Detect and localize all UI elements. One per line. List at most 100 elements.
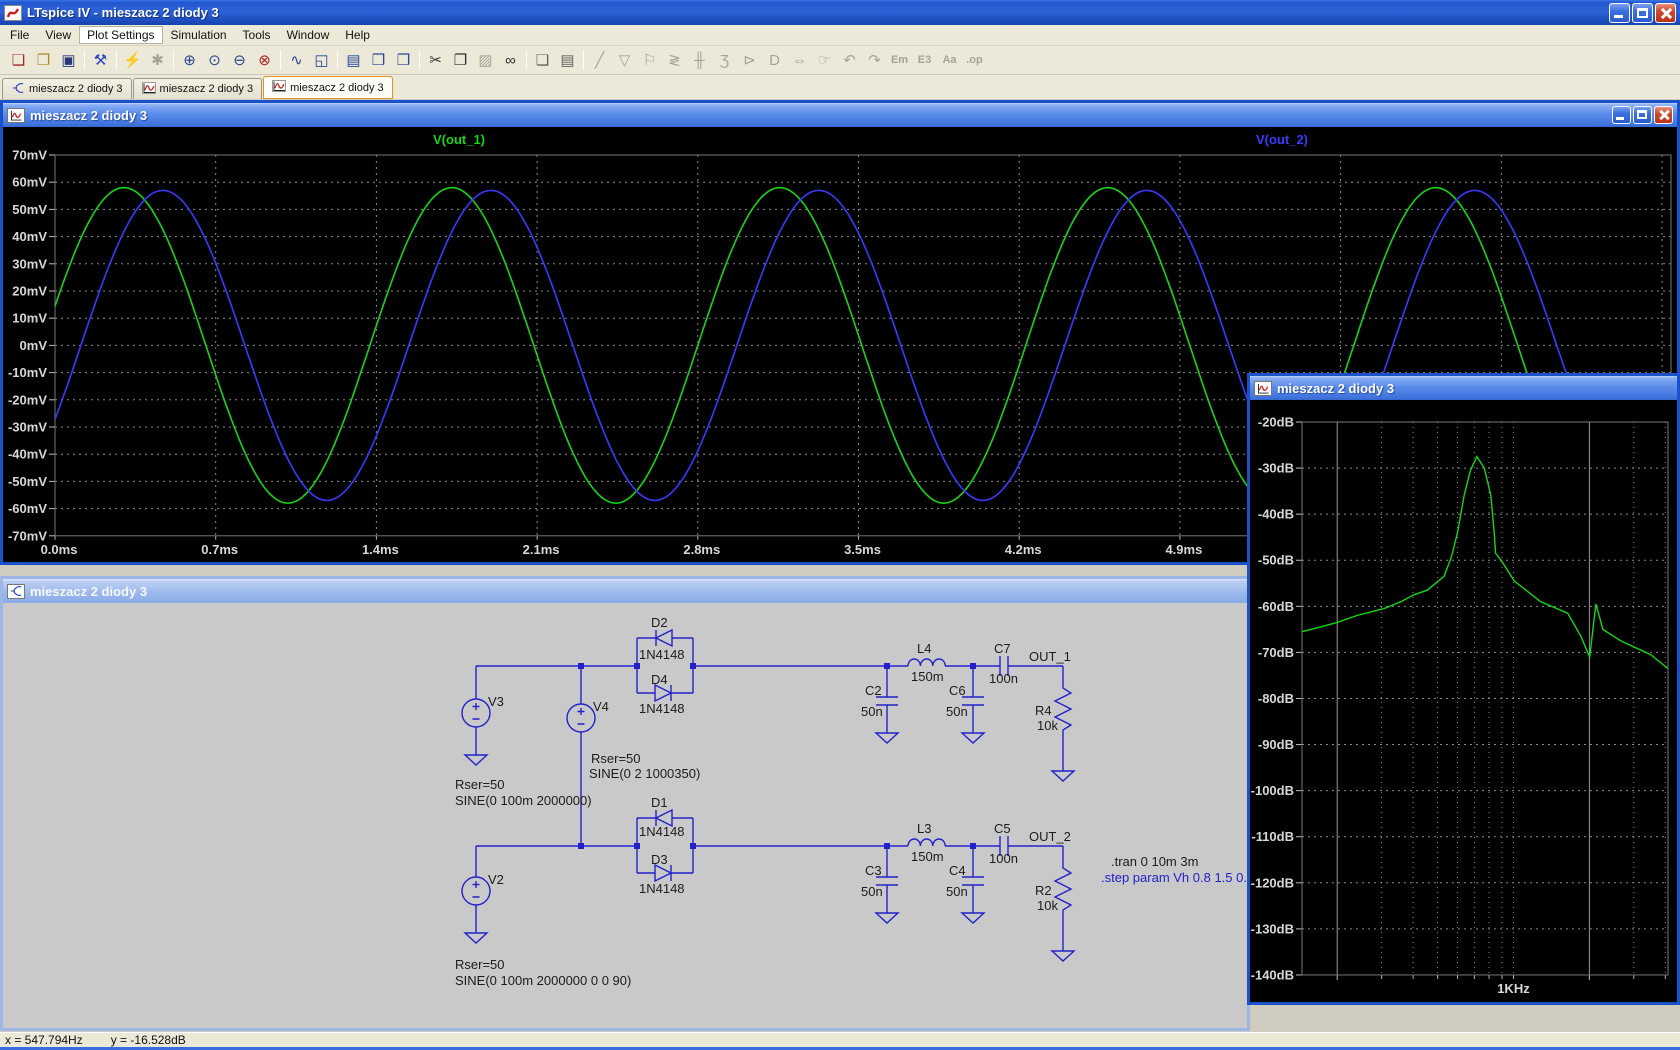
db-axis-tick-label: -50dB <box>1258 553 1294 568</box>
label-l3: L3 <box>917 821 931 836</box>
zoom-in-button[interactable]: ⊕ <box>177 49 202 72</box>
redo-button: ↷ <box>862 49 887 72</box>
print-button[interactable]: ▤ <box>555 49 580 72</box>
maximize-button[interactable] <box>1632 3 1653 23</box>
menu-item-help[interactable]: Help <box>337 26 378 44</box>
inductor-l4[interactable] <box>908 659 945 666</box>
y-axis-tick-label: -30mV <box>8 420 47 435</box>
toolbar-separator <box>173 50 174 70</box>
menu-item-simulation[interactable]: Simulation <box>163 26 235 44</box>
toolbar-separator <box>116 50 117 70</box>
db-axis-tick-label: -40dB <box>1258 507 1294 522</box>
find-button[interactable]: ∞ <box>498 49 523 72</box>
label-d2-model: 1N4148 <box>639 647 685 662</box>
ltspice-window: LTspice IV - mieszacz 2 diody 3 FileView… <box>0 0 1680 1050</box>
tab-2[interactable]: mieszacz 2 diody 3 <box>133 78 263 99</box>
mirror-button: Em <box>887 49 912 72</box>
legend-vout2: V(out_2) <box>1256 132 1308 147</box>
menu-item-view[interactable]: View <box>37 26 79 44</box>
toolbar-separator <box>583 50 584 70</box>
spectrum-window-titlebar[interactable]: mieszacz 2 diody 3 <box>1250 376 1677 400</box>
menu-item-window[interactable]: Window <box>279 26 338 44</box>
waveform-minimize-button[interactable] <box>1612 106 1631 124</box>
copy-button[interactable]: ❐ <box>448 49 473 72</box>
label-c2: C2 <box>865 683 882 698</box>
label-r4-value: 10k <box>1037 718 1058 733</box>
label-r2-value: 10k <box>1037 898 1058 913</box>
x-axis-tick-label: 0.7ms <box>201 542 238 557</box>
voltage-source-v3[interactable] <box>462 699 490 727</box>
y-axis-tick-label: 40mV <box>12 229 47 244</box>
waveform-close-button[interactable] <box>1654 106 1673 124</box>
toolbar-separator <box>526 50 527 70</box>
capacitor-c4[interactable] <box>962 846 984 913</box>
cut-button[interactable]: ✂ <box>423 49 448 72</box>
waveform-window-titlebar[interactable]: mieszacz 2 diody 3 <box>3 103 1677 127</box>
label-r4: R4 <box>1035 703 1052 718</box>
spectrum-plot-area: -20dB-30dB-40dB-50dB-60dB-70dB-80dB-90dB… <box>1250 400 1677 1002</box>
label-step-directive: .step param Vh 0.8 1.5 0.1 <box>1101 870 1247 885</box>
toolbar-separator <box>419 50 420 70</box>
menu-item-tools[interactable]: Tools <box>235 26 279 44</box>
tab-1[interactable]: mieszacz 2 diody 3 <box>2 78 132 99</box>
cascade-windows-button[interactable]: ❒ <box>391 49 416 72</box>
label-c3: C3 <box>865 863 882 878</box>
ground-symbol[interactable] <box>465 733 1074 961</box>
label-c6-value: 50n <box>946 704 968 719</box>
cursor-y-readout: y = -16.528dB <box>111 1033 186 1047</box>
label-v4-rser: Rser=50 <box>591 751 641 766</box>
spectrum-window-title: mieszacz 2 diody 3 <box>1277 381 1394 396</box>
y-axis-tick-label: 30mV <box>12 256 47 271</box>
cursor-x-readout: x = 547.794Hz <box>5 1033 83 1047</box>
print-preview-button[interactable]: ❏ <box>530 49 555 72</box>
label-d1-model: 1N4148 <box>639 824 685 839</box>
zoom-out-button[interactable]: ⊖ <box>227 49 252 72</box>
capacitor-c2[interactable] <box>876 666 898 733</box>
window-title: LTspice IV - mieszacz 2 diody 3 <box>27 5 219 20</box>
zoom-fit-button[interactable]: ⊗ <box>252 49 277 72</box>
db-axis-tick-label: -90dB <box>1258 737 1294 752</box>
ltspice-logo-icon <box>4 5 22 21</box>
close-button[interactable] <box>1655 3 1676 23</box>
title-bar[interactable]: LTspice IV - mieszacz 2 diody 3 <box>0 0 1680 25</box>
db-axis-tick-label: -30dB <box>1258 461 1294 476</box>
waveform-restore-button[interactable] <box>1633 106 1652 124</box>
label-out2: OUT_2 <box>1029 829 1071 844</box>
place-resistor-button: ≷ <box>662 49 687 72</box>
open-file-button[interactable]: ❐ <box>31 49 56 72</box>
tile-vertically-button[interactable]: ❒ <box>366 49 391 72</box>
menu-item-plot-settings[interactable]: Plot Settings <box>79 26 162 44</box>
minimize-button[interactable] <box>1609 3 1630 23</box>
freq-axis-label: 1KHz <box>1497 981 1530 996</box>
paste-button: ▨ <box>473 49 498 72</box>
tile-horizontally-button[interactable]: ▤ <box>341 49 366 72</box>
db-axis-tick-label: -70dB <box>1258 645 1294 660</box>
voltage-source-v4[interactable] <box>567 704 595 732</box>
toolbar-separator <box>337 50 338 70</box>
spectrum-plot[interactable]: -20dB-30dB-40dB-50dB-60dB-70dB-80dB-90dB… <box>1250 400 1677 1005</box>
diode-d4[interactable] <box>637 685 693 701</box>
control-panel-button[interactable]: ⚒ <box>88 49 113 72</box>
tab-3-active[interactable]: mieszacz 2 diody 3 <box>263 76 393 99</box>
toolbar-separator <box>280 50 281 70</box>
inductor-l3[interactable] <box>908 839 945 846</box>
y-axis-tick-label: 50mV <box>12 202 47 217</box>
schematic-canvas[interactable]: V3 V4 V2 D2 1N4148 D4 1N4148 D1 1N4148 D… <box>3 603 1247 1028</box>
save-button[interactable]: ▣ <box>56 49 81 72</box>
voltage-source-v2[interactable] <box>462 877 490 905</box>
menu-item-file[interactable]: File <box>2 26 37 44</box>
mdi-area: mieszacz 2 diody 3 70mV60mV50mV40mV30mV2… <box>0 99 1680 1032</box>
capacitor-c3[interactable] <box>876 846 898 913</box>
diode-d3[interactable] <box>637 865 693 881</box>
y-axis-tick-label: 70mV <box>12 148 47 163</box>
capacitor-c6[interactable] <box>962 666 984 733</box>
schematic-window-titlebar[interactable]: mieszacz 2 diody 3 <box>3 579 1247 603</box>
new-schematic-button[interactable]: ❏ <box>6 49 31 72</box>
plot-pan-button[interactable]: ◱ <box>309 49 334 72</box>
maximize-icon <box>1637 8 1648 18</box>
minimize-icon <box>1616 117 1624 120</box>
autorange-y-button[interactable]: ∿ <box>284 49 309 72</box>
zoom-area-button[interactable]: ⊙ <box>202 49 227 72</box>
x-axis-tick-label: 1.4ms <box>362 542 399 557</box>
run-simulation-button: ⚡ <box>120 49 145 72</box>
